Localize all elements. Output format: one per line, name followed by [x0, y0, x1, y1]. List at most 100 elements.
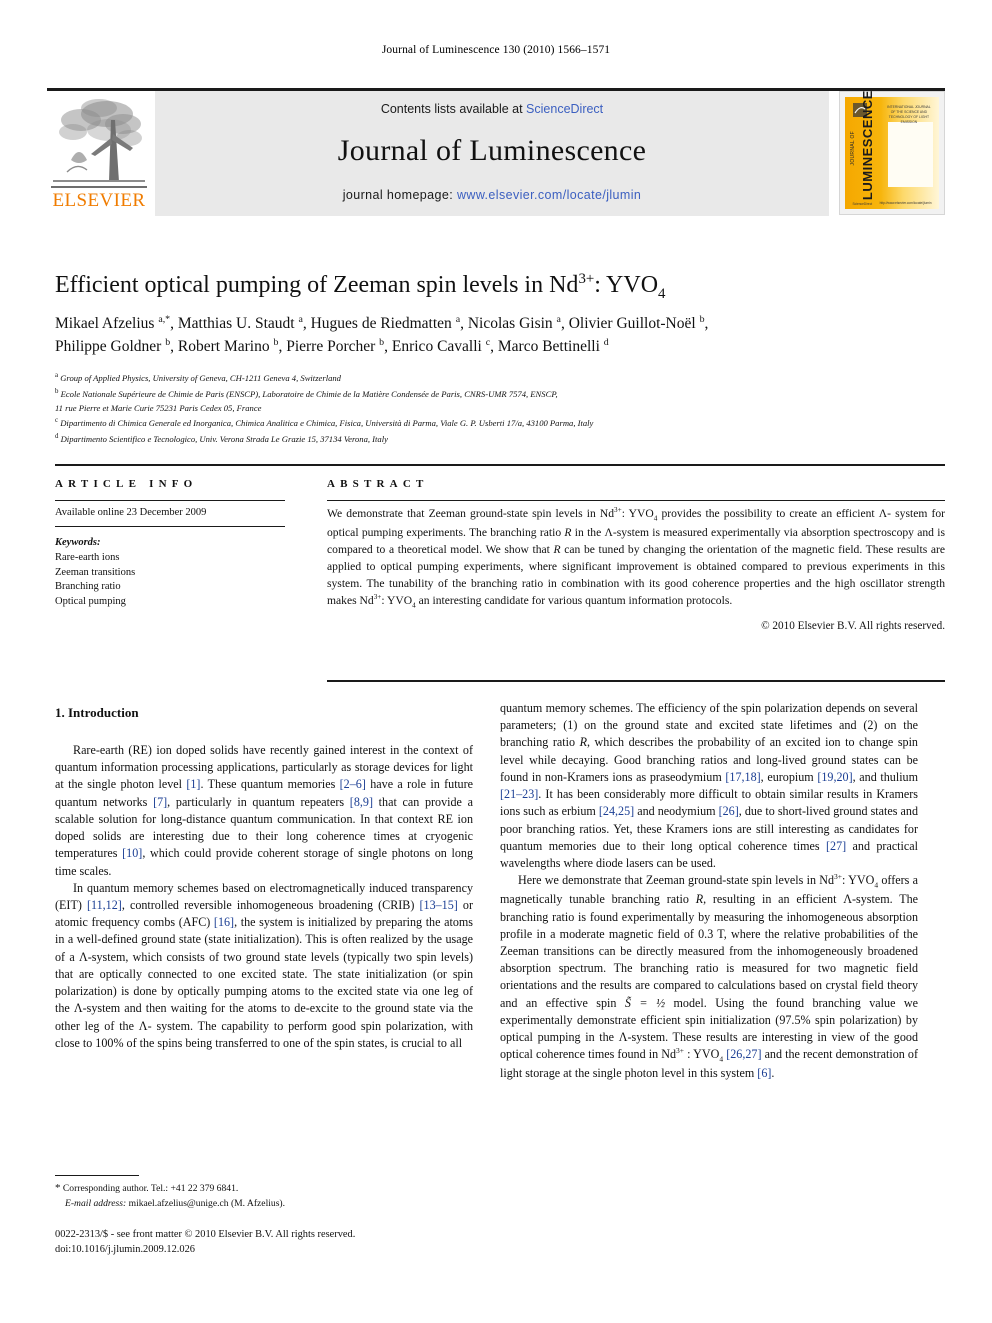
citation-ref[interactable]: [8,9]: [350, 795, 373, 809]
citation-ref[interactable]: [24,25]: [599, 804, 634, 818]
cover-title-vertical: LUMINESCENCE: [860, 90, 876, 201]
homepage-prefix: journal homepage:: [342, 188, 457, 202]
footer-issn-line: 0022-2313/$ - see front matter © 2010 El…: [55, 1229, 356, 1240]
text-seg: , europium: [760, 769, 818, 784]
body-column-left: Rare-earth (RE) ion doped solids have re…: [55, 742, 473, 1052]
citation-ref[interactable]: [26,27]: [726, 1047, 761, 1061]
cover-journal-of-vertical: JOURNAL OF: [849, 130, 856, 166]
text-seg: , controlled reversible inhomogeneous br…: [121, 897, 420, 912]
citation-ref[interactable]: [21–23]: [500, 787, 538, 801]
affiliation-c: c Dipartimento di Chimica Generale ed In…: [55, 417, 594, 429]
abstract-label: ABSTRACT: [327, 478, 429, 490]
citation-ref[interactable]: [16]: [214, 915, 234, 929]
paper-page: Journal of Luminescence 130 (2010) 1566–…: [0, 0, 992, 1323]
paragraph: Rare-earth (RE) ion doped solids have re…: [55, 742, 473, 880]
footnote-corresponding-text: Corresponding author. Tel.: +41 22 379 6…: [60, 1183, 239, 1194]
elsevier-wordmark: ELSEVIER: [52, 190, 146, 211]
abstract-column: We demonstrate that Zeeman ground-state …: [327, 505, 945, 632]
abstract-italic-r1: R: [564, 525, 572, 539]
citation-ref[interactable]: [10]: [122, 846, 142, 860]
article-info-label: ARTICLE INFO: [55, 478, 198, 490]
keywords-block: Keywords: Rare-earth ions Zeeman transit…: [55, 536, 285, 611]
affiliation-a: a Group of Applied Physics, University o…: [55, 372, 341, 383]
cover-artwork: INTERNATIONAL JOURNAL OF THE SCIENCE AND…: [845, 90, 939, 209]
abstract-copyright: © 2010 Elsevier B.V. All rights reserved…: [761, 619, 945, 632]
elsevier-rule: [51, 186, 147, 188]
footnote-rule: [55, 1175, 139, 1176]
citation-ref[interactable]: [19,20]: [817, 770, 852, 784]
affiliation-b: b Ecole Nationale Supérieure de Chimie d…: [55, 387, 558, 399]
sciencedirect-link[interactable]: ScienceDirect: [526, 102, 603, 116]
cover-footer-left: ScienceDirect: [852, 202, 873, 207]
info-section-top-rule: [55, 464, 945, 466]
paragraph: quantum memory schemes. The efficiency o…: [500, 700, 918, 872]
affiliation-list: a Group of Applied Physics, University o…: [55, 370, 945, 447]
text-seg: , particularly in quantum repeaters: [167, 794, 350, 809]
journal-title: Journal of Luminescence: [337, 134, 647, 167]
text-seg: , resulting in an efficient Λ-system. Th…: [500, 892, 919, 1010]
footnote-block: * Corresponding author. Tel.: +41 22 379…: [55, 1180, 475, 1211]
article-info-column: Available online 23 December 2009 Keywor…: [55, 505, 285, 610]
citation-ref[interactable]: [6]: [757, 1066, 771, 1080]
journal-cover-thumbnail: INTERNATIONAL JOURNAL OF THE SCIENCE AND…: [839, 90, 945, 215]
paragraph: In quantum memory schemes based on elect…: [55, 880, 473, 1052]
email-note: E-mail address: mikael.afzelius@unige.ch…: [55, 1197, 475, 1211]
cover-subtitle-lines: INTERNATIONAL JOURNAL OF THE SCIENCE AND…: [887, 104, 931, 125]
sup: 3+: [676, 1046, 685, 1056]
keyword-item: Zeeman transitions: [55, 566, 136, 578]
author-line-2: Philippe Goldner b, Robert Marino b, Pie…: [55, 337, 609, 356]
footer-doi-line[interactable]: doi:10.1016/j.jlumin.2009.12.026: [55, 1243, 485, 1258]
running-head: Journal of Luminescence 130 (2010) 1566–…: [381, 44, 611, 56]
effective-spin-formula: S̃ = ½: [624, 995, 666, 1010]
keyword-item: Branching ratio: [55, 581, 121, 593]
footer-block: 0022-2313/$ - see front matter © 2010 El…: [55, 1228, 485, 1258]
email-value[interactable]: mikael.afzelius@unige.ch (M. Afzelius).: [126, 1198, 285, 1209]
corresponding-author-note: * Corresponding author. Tel.: +41 22 379…: [55, 1180, 475, 1197]
abstract-italic-r2: R: [553, 542, 561, 556]
cover-white-panel: [888, 121, 934, 187]
keywords-heading: Keywords:: [55, 536, 101, 548]
citation-ref[interactable]: [13–15]: [420, 898, 458, 912]
affiliation-b-cont: 11 rue Pierre et Marie Curie 75231 Paris…: [55, 402, 945, 416]
text-seg: : YVO: [842, 873, 875, 888]
paragraph: Here we demonstrate that Zeeman ground-s…: [500, 872, 918, 1082]
page-title: Efficient optical pumping of Zeeman spin…: [55, 270, 935, 303]
text-seg: . These quantum memories: [200, 777, 340, 792]
affiliation-d-text: Dipartimento Scientifico e Tecnologico, …: [60, 434, 388, 445]
text-seg: : YVO: [684, 1047, 720, 1062]
author-line-1: Mikael Afzelius a,*, Matthias U. Staudt …: [55, 313, 709, 332]
abstract-bottom-rule: [327, 680, 945, 682]
title-superscript: 3+: [578, 271, 595, 287]
abstract-seg-1: We demonstrate that Zeeman ground-state …: [327, 507, 615, 520]
italic-r: R: [579, 735, 587, 750]
elsevier-tree-icon: [53, 99, 145, 182]
title-text-b: : YVO: [594, 272, 659, 298]
citation-ref[interactable]: [7]: [153, 795, 167, 809]
journal-masthead: ELSEVIER Contents lists available at Sci…: [47, 88, 945, 216]
homepage-url-link[interactable]: www.elsevier.com/locate/jlumin: [457, 188, 641, 202]
email-label: E-mail address:: [65, 1197, 127, 1209]
affiliation-c-text: Dipartimento di Chimica Generale ed Inor…: [60, 418, 594, 429]
abstract-rule: [327, 500, 945, 501]
text-seg: , and thulium: [852, 769, 919, 784]
affiliation-a-text: Group of Applied Physics, University of …: [60, 372, 341, 383]
citation-ref[interactable]: [17,18]: [725, 770, 760, 784]
available-online: Available online 23 December 2009: [55, 505, 285, 527]
text-seg: Here we demonstrate that Zeeman ground-s…: [518, 873, 835, 888]
contents-prefix: Contents lists available at: [380, 102, 527, 116]
text-seg: and neodymium: [634, 804, 719, 819]
abstract-seg-7: an interesting candidate for various qua…: [415, 594, 733, 607]
citation-ref[interactable]: [2–6]: [340, 777, 366, 791]
affiliation-b-cont-text: 11 rue Pierre et Marie Curie 75231 Paris…: [55, 402, 262, 413]
contents-available-line: Contents lists available at ScienceDirec…: [155, 102, 829, 116]
title-text-a: Efficient optical pumping of Zeeman spin…: [55, 272, 579, 298]
author-list: Mikael Afzelius a,*, Matthias U. Staudt …: [55, 312, 945, 359]
affiliation-d: d Dipartimento Scientifico e Tecnologico…: [55, 433, 388, 445]
affiliation-b-text: Ecole Nationale Supérieure de Chimie de …: [60, 388, 558, 399]
citation-ref[interactable]: [27]: [826, 839, 846, 853]
citation-ref[interactable]: [11,12]: [87, 898, 122, 912]
citation-ref[interactable]: [26]: [719, 804, 739, 818]
citation-ref[interactable]: [1]: [186, 777, 200, 791]
journal-homepage-line: journal homepage: www.elsevier.com/locat…: [155, 188, 829, 202]
section-heading-introduction: 1. Introduction: [55, 705, 139, 720]
